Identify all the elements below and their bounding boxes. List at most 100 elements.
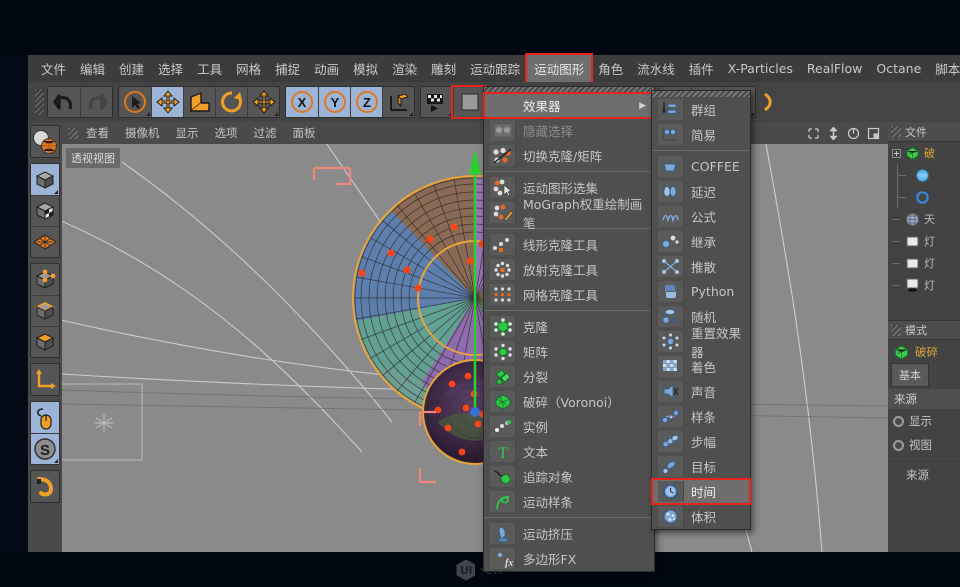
menu-item-hide-selection[interactable]: 隐藏选择	[484, 118, 654, 143]
menu-script[interactable]: 脚本	[928, 55, 960, 82]
scale-tool-button[interactable]	[183, 87, 215, 117]
make-editable-button[interactable]	[31, 126, 59, 157]
workplane-mode-button[interactable]	[31, 226, 59, 257]
pan-icon[interactable]	[807, 127, 820, 140]
axis-mode-button[interactable]	[31, 364, 59, 395]
menu-plugins[interactable]: 插件	[682, 55, 721, 82]
zoom-icon[interactable]	[827, 127, 840, 140]
menu-character[interactable]: 角色	[591, 55, 630, 82]
menu-edit[interactable]: 编辑	[73, 55, 112, 82]
viewport-grip-icon[interactable]	[68, 128, 78, 139]
menu-item-linear-clone-tool[interactable]: 线形克隆工具	[484, 232, 654, 257]
submenu-item-shader[interactable]: 着色	[652, 354, 750, 379]
move-axis-button[interactable]	[247, 87, 279, 117]
menu-item-matrix[interactable]: 矩阵	[484, 339, 654, 364]
menu-mesh[interactable]: 网格	[229, 55, 268, 82]
polygon-mode-button[interactable]	[31, 326, 59, 357]
viewport-menu-view[interactable]: 查看	[78, 125, 117, 141]
axis-y-button[interactable]: Y	[318, 87, 350, 117]
submenu-item-step[interactable]: 步幅	[652, 429, 750, 454]
submenu-item-reeffector[interactable]: 重置效果器	[652, 329, 750, 354]
object-row-light-2[interactable]: 灯	[888, 252, 960, 274]
menu-realflow[interactable]: RealFlow	[800, 57, 869, 80]
submenu-item-inheritance[interactable]: 继承	[652, 229, 750, 254]
soft-selection-button[interactable]: S	[31, 433, 59, 464]
submenu-item-formula[interactable]: 公式	[652, 204, 750, 229]
expand-toggle-icon[interactable]	[892, 149, 901, 158]
menu-pipeline[interactable]: 流水线	[630, 55, 682, 82]
grip-icon[interactable]	[891, 126, 901, 137]
rotate-tool-button[interactable]	[215, 87, 247, 117]
submenu-item-push-apart[interactable]: 推散	[652, 254, 750, 279]
tab-basic[interactable]: 基本	[891, 363, 929, 387]
viewport-menu-filter[interactable]: 过滤	[246, 125, 285, 141]
menu-item-fracture[interactable]: 分裂	[484, 364, 654, 389]
grip-icon[interactable]	[891, 325, 901, 336]
viewport-menu-panel[interactable]: 面板	[285, 125, 324, 141]
menu-sculpt[interactable]: 雕刻	[424, 55, 463, 82]
menu-select[interactable]: 选择	[151, 55, 190, 82]
menu-item-grid-clone-tool[interactable]: 网格克隆工具	[484, 282, 654, 307]
point-mode-button[interactable]	[31, 264, 59, 295]
viewport-menu-display[interactable]: 显示	[168, 125, 207, 141]
viewport-menu-camera[interactable]: 摄像机	[117, 125, 168, 141]
menu-item-motion-instance[interactable]: 实例	[484, 414, 654, 439]
submenu-item-spline[interactable]: 样条	[652, 404, 750, 429]
menu-snap[interactable]: 捕捉	[268, 55, 307, 82]
axis-z-button[interactable]: Z	[350, 87, 382, 117]
menu-tools[interactable]: 工具	[190, 55, 229, 82]
live-selection-button[interactable]	[119, 87, 151, 117]
menu-item-mograph-weight-brush[interactable]: MoGraph权重绘制画笔	[484, 200, 654, 225]
menu-item-effectors[interactable]: 效果器 ▶	[484, 93, 654, 118]
magnet-button[interactable]	[31, 471, 59, 502]
axis-x-button[interactable]: X	[286, 87, 318, 117]
menu-create[interactable]: 创建	[112, 55, 151, 82]
submenu-item-delay[interactable]: 延迟	[652, 179, 750, 204]
menu-file[interactable]: 文件	[34, 55, 73, 82]
menu-motion-tracker[interactable]: 运动跟踪	[463, 55, 527, 82]
submenu-item-sound[interactable]: 声音	[652, 379, 750, 404]
menu-item-motion-extrude[interactable]: 运动挤压	[484, 521, 654, 546]
radio-icon[interactable]	[893, 416, 904, 427]
viewport-3d[interactable]	[62, 122, 888, 552]
menu-xparticles[interactable]: X-Particles	[721, 57, 800, 80]
menu-item-cloner[interactable]: 克隆	[484, 314, 654, 339]
menu-render[interactable]: 渲染	[385, 55, 424, 82]
render-view-button[interactable]	[421, 87, 453, 117]
menu-item-tracer[interactable]: 追踪对象	[484, 464, 654, 489]
submenu-item-coffee[interactable]: COFFEE	[652, 154, 750, 179]
model-mode-button[interactable]	[31, 164, 59, 195]
menu-item-mograph-text[interactable]: T 文本	[484, 439, 654, 464]
toolbar-grip-icon[interactable]	[35, 89, 44, 115]
menu-animate[interactable]: 动画	[307, 55, 346, 82]
menu-item-toggle-clone-matrix[interactable]: 切换克隆/矩阵	[484, 143, 654, 168]
menu-mograph[interactable]: 运动图形	[527, 55, 591, 82]
viewport-select-button[interactable]	[31, 402, 59, 433]
toolbar-overflow-icon[interactable]	[761, 91, 775, 113]
menu-item-polyfx[interactable]: fx 多边形FX	[484, 546, 654, 571]
menu-simulate[interactable]: 模拟	[346, 55, 385, 82]
menu-octane[interactable]: Octane	[869, 57, 928, 80]
undo-button[interactable]	[48, 87, 80, 117]
render-region-button[interactable]	[453, 87, 485, 117]
menu-item-motion-spline[interactable]: 运动样条	[484, 489, 654, 514]
redo-button[interactable]	[80, 87, 112, 117]
submenu-item-target[interactable]: 目标	[652, 454, 750, 479]
viewport-menu-options[interactable]: 选项	[207, 125, 246, 141]
object-row-light-3[interactable]: 灯	[888, 274, 960, 296]
texture-mode-button[interactable]	[31, 195, 59, 226]
attribute-row-display[interactable]: 显示	[888, 409, 960, 433]
radio-icon[interactable]	[893, 440, 904, 451]
submenu-item-python[interactable]: Python	[652, 279, 750, 304]
object-row-sphere[interactable]	[888, 164, 960, 186]
submenu-item-time[interactable]: 时间	[652, 479, 750, 504]
attribute-row-view[interactable]: 视图	[888, 433, 960, 457]
submenu-item-volume[interactable]: 体积	[652, 504, 750, 529]
menu-item-voronoi-fracture[interactable]: 破碎（Voronoi）	[484, 389, 654, 414]
object-row-light-1[interactable]: 灯	[888, 230, 960, 252]
coordinate-system-button[interactable]	[382, 87, 414, 117]
attribute-object-row[interactable]: 破碎	[888, 340, 960, 364]
rotate-icon[interactable]	[847, 127, 860, 140]
move-tool-button[interactable]	[151, 87, 183, 117]
edge-mode-button[interactable]	[31, 295, 59, 326]
